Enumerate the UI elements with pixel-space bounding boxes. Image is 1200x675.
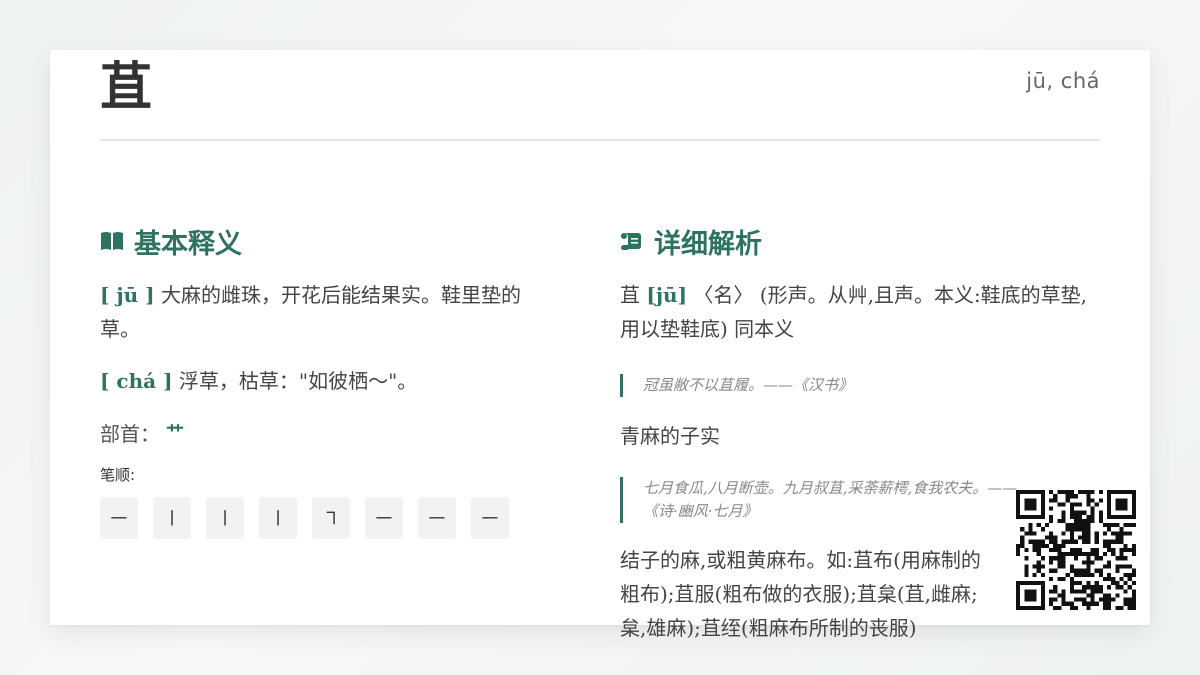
basic-title-text: 基本释义 xyxy=(134,228,242,260)
stroke-tile: ㇑ xyxy=(153,497,191,539)
radical-value: 艹 xyxy=(166,423,184,444)
stroke-tile: ㇑ xyxy=(259,497,297,539)
stroke-tile: ㇐ xyxy=(418,497,456,539)
definition-text: 大麻的雌珠，开花后能结果实。鞋里垫的草。 xyxy=(100,283,521,341)
scroll-icon xyxy=(620,231,644,251)
definition-pinyin: [ chá ] xyxy=(100,369,173,393)
detail-title-text: 详细解析 xyxy=(654,228,762,260)
stroke-order-list: ㇐ ㇑ ㇑ ㇑ ㇕ ㇐ ㇐ ㇐ xyxy=(100,497,560,539)
citation-quote: 冠虽敝不以苴履。——《汉书》 xyxy=(620,374,1100,397)
detail-text: 〈名〉 (形声。从艸,且声。本义:鞋底的草垫,用以垫鞋底) 同本义 xyxy=(620,283,1088,341)
definition-item: [ chá ] 浮草，枯草："如彼栖～"。 xyxy=(100,364,560,398)
stroke-order-label: 笔顺: xyxy=(100,466,136,484)
entry-pinyin: jū, chá xyxy=(1026,69,1100,93)
citation-quote: 七月食瓜,八月断壶。九月叔苴,采荼薪樗,食我农夫。——《诗·豳风·七月》 xyxy=(620,477,1023,523)
definition-text: 浮草，枯草："如彼栖～"。 xyxy=(178,369,418,393)
detail-paragraph: 苴 [jū] 〈名〉 (形声。从艸,且声。本义:鞋底的草垫,用以垫鞋底) 同本义 xyxy=(620,278,1100,346)
stroke-tile: ㇐ xyxy=(365,497,403,539)
entry-character: 苴 xyxy=(100,57,153,118)
detail-pinyin: [jū] xyxy=(646,283,688,307)
definition-pinyin: [ jū ] xyxy=(100,283,155,307)
book-open-icon xyxy=(100,231,124,251)
entry-header: 苴 jū, chá xyxy=(100,55,1100,141)
stroke-tile: ㇕ xyxy=(312,497,350,539)
stroke-tile: ㇐ xyxy=(100,497,138,539)
detail-head-char: 苴 xyxy=(620,283,640,307)
stroke-tile: ㇐ xyxy=(471,497,509,539)
basic-section-title: 基本释义 xyxy=(100,224,560,260)
basic-section: 基本释义 [ jū ] 大麻的雌珠，开花后能结果实。鞋里垫的草。 [ chá ]… xyxy=(100,224,560,539)
qr-code-icon xyxy=(1016,490,1136,610)
radical-row: 部首： 艹 xyxy=(100,416,560,448)
definition-item: [ jū ] 大麻的雌珠，开花后能结果实。鞋里垫的草。 xyxy=(100,278,560,346)
detail-sense: 青麻的子实 xyxy=(620,424,720,448)
card-content: 苴 jū, chá 基本释义 [ jū ] 大麻的雌珠，开花后能结果实。鞋里垫的… xyxy=(100,0,1100,640)
detail-paragraph: 结子的麻,或粗黄麻布。如:苴布(用麻制的粗布);苴服(粗布做的衣服);苴枲(苴,… xyxy=(620,548,981,640)
detail-section-title: 详细解析 xyxy=(620,224,1100,260)
stroke-tile: ㇑ xyxy=(206,497,244,539)
radical-label: 部首： xyxy=(100,421,160,446)
